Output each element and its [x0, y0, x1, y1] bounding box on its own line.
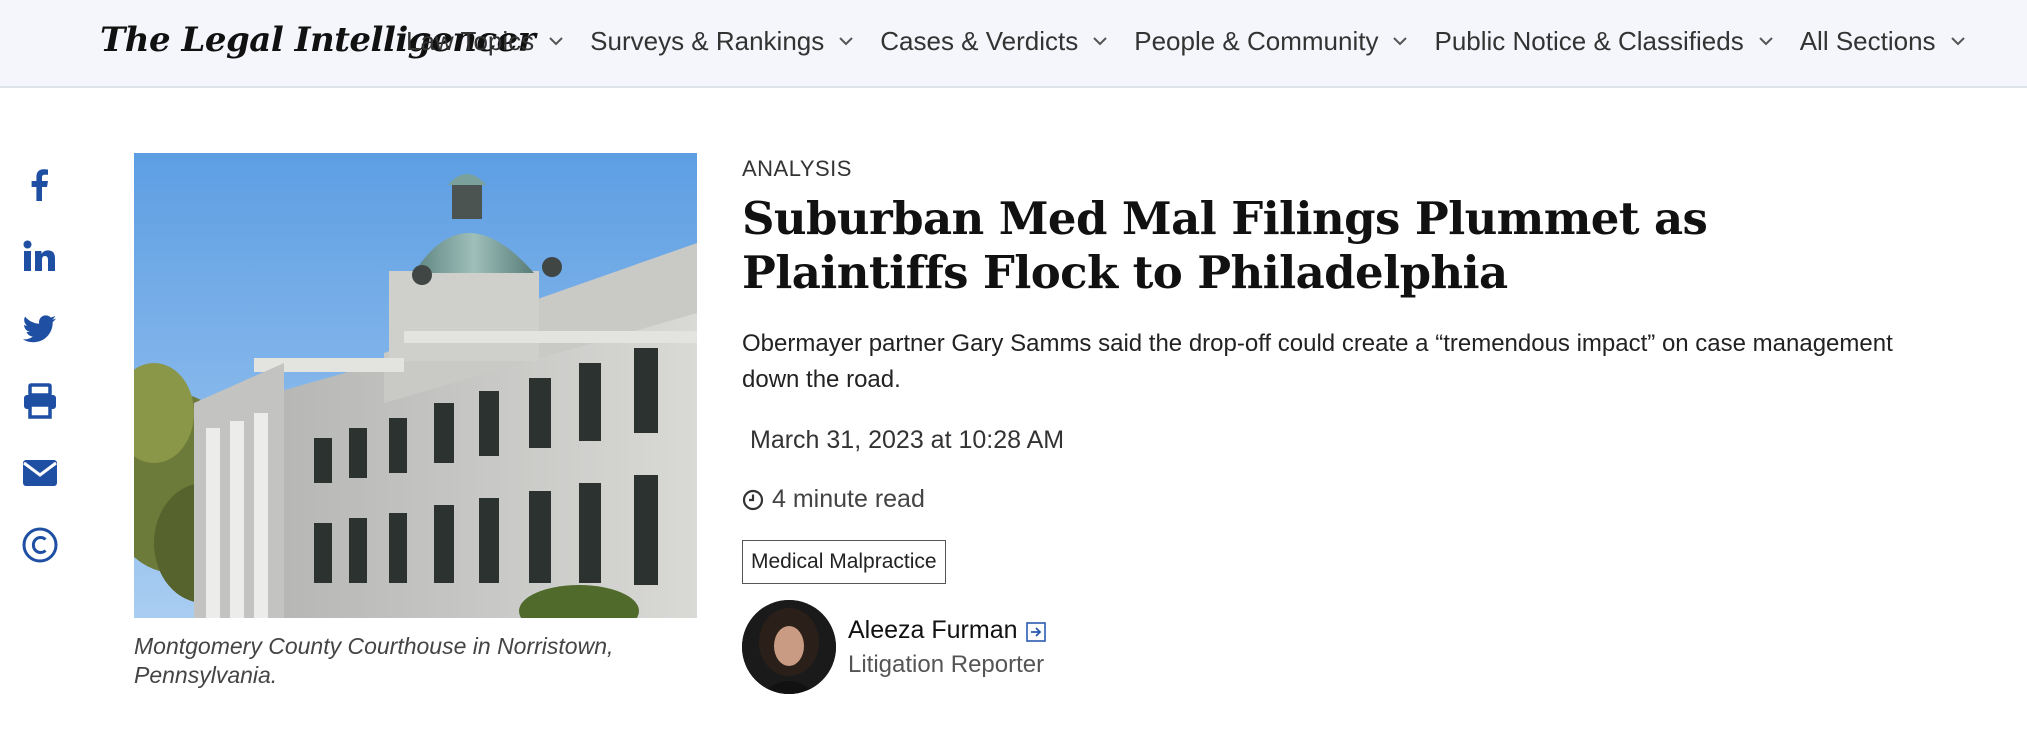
nav-item-label: All Sections	[1799, 25, 1936, 56]
image-caption: Montgomery County Courthouse in Norristo…	[134, 633, 614, 688]
nav-item-label: Law Topics	[406, 25, 535, 56]
arrow-right-icon[interactable]	[1025, 620, 1046, 642]
nav-item-label: People & Community	[1134, 25, 1379, 56]
nav-item-surveys-rankings[interactable]: Surveys & Rankings	[590, 26, 854, 57]
read-time: 4 minute read	[742, 485, 1982, 514]
author-info: Aleeza Furman Litigation Reporter	[848, 616, 1046, 679]
read-time-label: 4 minute read	[772, 485, 925, 513]
nav-item-law-topics[interactable]: Law Topics	[406, 26, 564, 57]
article-headline: Suburban Med Mal Filings Plummet as Plai…	[742, 192, 1708, 299]
publish-date: March 31, 2023 at 10:28 AM	[750, 426, 1065, 454]
topic-tag[interactable]: Medical Malpractice	[742, 540, 946, 584]
chevron-down-icon	[1950, 33, 1966, 49]
twitter-icon[interactable]	[20, 309, 60, 349]
linkedin-icon[interactable]	[20, 237, 60, 277]
author-role: Litigation Reporter	[848, 650, 1045, 678]
chevron-down-icon	[1758, 33, 1774, 49]
clock-icon	[742, 489, 764, 511]
author-block: Aleeza Furman Litigation Reporter	[742, 600, 1982, 694]
nav-item-public-notice[interactable]: Public Notice & Classifieds	[1434, 26, 1773, 57]
chevron-down-icon	[1092, 33, 1108, 49]
courthouse-photo	[134, 153, 697, 618]
top-nav: The Legal Intelligencer Law Topics Surve…	[0, 0, 2027, 88]
copyright-icon[interactable]	[20, 525, 60, 565]
email-icon[interactable]	[20, 453, 60, 493]
article-header: ANALYSIS Suburban Med Mal Filings Plumme…	[742, 156, 1982, 694]
nav-item-label: Public Notice & Classifieds	[1434, 25, 1744, 56]
author-name: Aleeza Furman	[848, 615, 1018, 644]
nav-item-label: Cases & Verdicts	[880, 25, 1079, 56]
chevron-down-icon	[838, 33, 854, 49]
article-hero-image	[134, 153, 697, 618]
chevron-down-icon	[1392, 33, 1408, 49]
author-avatar[interactable]	[742, 600, 836, 694]
nav-item-people-community[interactable]: People & Community	[1134, 26, 1408, 57]
chevron-down-icon	[548, 33, 564, 49]
share-rail	[20, 165, 60, 597]
article-dek: Obermayer partner Gary Samms said the dr…	[742, 330, 1893, 393]
article-kicker[interactable]: ANALYSIS	[742, 156, 1982, 182]
author-name-link[interactable]: Aleeza Furman	[848, 616, 1046, 645]
print-icon[interactable]	[20, 381, 60, 421]
nav-menu: Law Topics Surveys & Rankings Cases & Ve…	[406, 24, 1992, 58]
nav-item-label: Surveys & Rankings	[590, 25, 825, 56]
nav-item-cases-verdicts[interactable]: Cases & Verdicts	[880, 26, 1108, 57]
nav-item-all-sections[interactable]: All Sections	[1800, 26, 1966, 57]
facebook-icon[interactable]	[20, 165, 60, 205]
